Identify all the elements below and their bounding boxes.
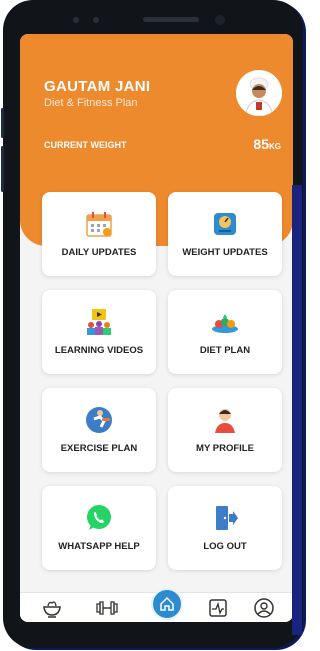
whatsapp-icon: [84, 503, 114, 533]
phone-sensor: [73, 17, 79, 23]
video-lesson-icon: [84, 307, 114, 337]
person-icon: [210, 405, 240, 435]
phone-speaker: [143, 17, 199, 22]
exercise-plan-label: EXERCISE PLAN: [60, 443, 138, 454]
daily-updates-label: DAILY UPDATES: [61, 247, 137, 258]
daily-updates-card[interactable]: DAILY UPDATES: [42, 192, 156, 276]
learning-videos-card[interactable]: LEARNING VIDEOS: [42, 290, 156, 374]
avatar[interactable]: [236, 70, 282, 116]
phone-frame: GAUTAM JANI Diet & Fitness Plan CURRENT …: [3, 0, 303, 648]
workout-chart-icon[interactable]: [206, 596, 230, 620]
current-weight-label: CURRENT WEIGHT: [44, 140, 127, 150]
dumbbell-icon[interactable]: [95, 596, 119, 620]
log-out-label: LOG OUT: [203, 541, 247, 552]
diet-plan-label: DIET PLAN: [199, 345, 251, 356]
exercise-plan-card[interactable]: EXERCISE PLAN: [42, 388, 156, 472]
my-profile-card[interactable]: MY PROFILE: [168, 388, 282, 472]
plan-name: Diet & Fitness Plan: [44, 97, 138, 109]
whatsapp-help-label: WHATSAPP HELP: [58, 541, 140, 552]
learning-videos-label: LEARNING VIDEOS: [54, 345, 144, 356]
phone-sensor: [93, 17, 99, 23]
diet-plan-card[interactable]: DIET PLAN: [168, 290, 282, 374]
volume-down-button: [1, 146, 4, 192]
app-screen: GAUTAM JANI Diet & Fitness Plan CURRENT …: [20, 34, 293, 622]
calendar-icon: [84, 209, 114, 239]
home-icon: [160, 596, 174, 611]
my-profile-label: MY PROFILE: [196, 443, 254, 454]
exercise-icon: [84, 405, 114, 435]
current-weight-value: 85KG: [253, 136, 281, 152]
logout-door-icon: [210, 503, 240, 533]
home-button[interactable]: [151, 588, 183, 620]
weight-updates-card[interactable]: WEIGHT UPDATES: [168, 192, 282, 276]
profile-icon[interactable]: [252, 596, 276, 620]
whatsapp-help-card[interactable]: WHATSAPP HELP: [42, 486, 156, 570]
current-weight-number: 85: [253, 136, 269, 152]
weighing-scale-icon: [210, 209, 240, 239]
device-shadow-edge: [292, 185, 302, 635]
weight-updates-label: WEIGHT UPDATES: [182, 247, 268, 258]
food-plate-icon: [210, 307, 240, 337]
volume-up-button: [1, 108, 4, 138]
log-out-card[interactable]: LOG OUT: [168, 486, 282, 570]
current-weight-unit: KG: [269, 142, 281, 151]
front-camera: [215, 15, 225, 25]
user-name: GAUTAM JANI: [44, 78, 151, 95]
diet-bowl-icon[interactable]: [40, 596, 64, 620]
